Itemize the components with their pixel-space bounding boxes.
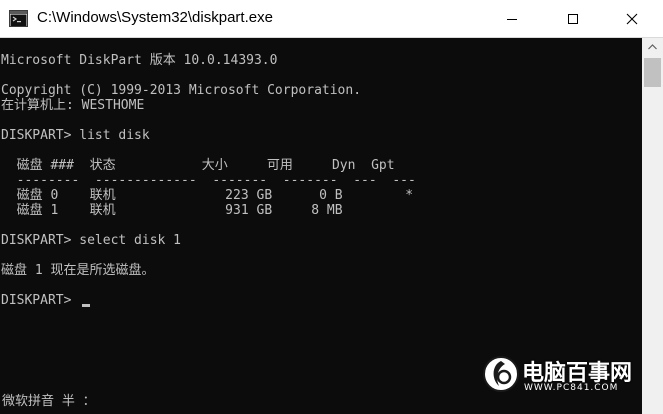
disk-table-separator: -------- ------------- ------- ------- -… — [1, 173, 416, 188]
chevron-up-icon — [648, 43, 657, 49]
version-line: Microsoft DiskPart 版本 10.0.14393.0 — [1, 53, 278, 68]
console-window: C:\Windows\System32\diskpart.exe Microso… — [0, 0, 663, 414]
close-icon — [626, 13, 638, 25]
ime-status: 微软拼音 半 ： — [2, 394, 96, 409]
vertical-scrollbar[interactable] — [642, 38, 663, 414]
copyright-line: Copyright (C) 1999-2013 Microsoft Corpor… — [1, 83, 362, 98]
text-cursor — [82, 304, 90, 307]
disk-table-row: 磁盘 1 联机 931 GB 8 MB — [1, 203, 343, 218]
watermark-url: WWW.PC841.COM — [524, 383, 619, 393]
console-app-icon — [9, 10, 28, 27]
command-prompt[interactable]: DISKPART> — [1, 293, 79, 308]
computer-line: 在计算机上: WESTHOME — [1, 98, 145, 113]
maximize-button[interactable] — [550, 0, 596, 38]
title-bar[interactable]: C:\Windows\System32\diskpart.exe — [0, 0, 663, 38]
close-button[interactable] — [609, 0, 655, 38]
scrollbar-thumb[interactable] — [644, 58, 661, 87]
minimize-icon — [507, 19, 517, 20]
window-title: C:\Windows\System32\diskpart.exe — [37, 9, 273, 26]
disk-table-row: 磁盘 0 联机 223 GB 0 B * — [1, 188, 414, 203]
command-list-disk: DISKPART> list disk — [1, 128, 150, 143]
minimize-button[interactable] — [489, 0, 535, 38]
command-select-disk: DISKPART> select disk 1 — [1, 233, 182, 248]
scroll-up-button[interactable] — [642, 38, 663, 55]
maximize-icon — [568, 14, 578, 24]
selected-disk-message: 磁盘 1 现在是所选磁盘。 — [1, 263, 155, 278]
disk-table-header: 磁盘 ### 状态 大小 可用 Dyn Gpt — [1, 158, 395, 173]
watermark-logo-icon — [483, 356, 519, 392]
watermark: 电脑百事网 WWW.PC841.COM — [482, 351, 642, 403]
